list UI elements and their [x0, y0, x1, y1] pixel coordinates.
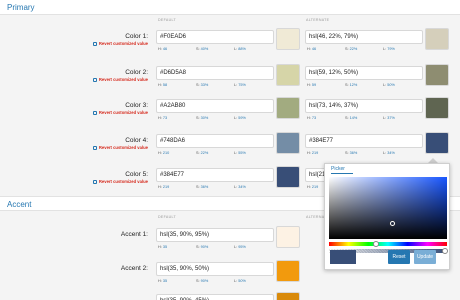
default-h: H: 58	[158, 83, 168, 87]
revert-icon	[92, 41, 97, 46]
alternate-color-input[interactable]: hsl(73, 14%, 37%)	[305, 99, 423, 113]
default-color-input[interactable]: #748DA6	[156, 134, 274, 148]
revert-link[interactable]: Revert customized value	[92, 41, 148, 46]
default-color-swatch[interactable]	[276, 64, 300, 86]
revert-link[interactable]: Revert customized value	[92, 110, 148, 115]
alternate-s: S: 22%	[345, 47, 358, 51]
row-label: Color 5:	[125, 171, 148, 178]
default-color-swatch[interactable]	[276, 132, 300, 154]
default-h: H: 73	[158, 116, 168, 120]
row-label: Color 3:	[125, 102, 148, 109]
default-column-header: DEFAULT	[158, 18, 177, 22]
default-h: H: 35	[158, 279, 168, 283]
default-color-swatch[interactable]	[276, 166, 300, 188]
default-l: L: 34%	[234, 185, 246, 189]
alternate-color-input[interactable]: hsl(46, 22%, 79%)	[305, 30, 423, 44]
alternate-s: S: 36%	[345, 151, 358, 155]
default-color-input[interactable]: #F0EAD6	[156, 30, 274, 44]
default-column-header: DEFAULT	[158, 215, 177, 219]
saturation-value-field[interactable]	[329, 177, 447, 239]
default-color-swatch[interactable]	[276, 292, 300, 300]
default-s: S: 90%	[196, 245, 209, 249]
section-header-primary: Primary	[0, 0, 460, 15]
hue-slider[interactable]	[329, 242, 447, 246]
revert-icon	[92, 110, 97, 115]
alternate-h: H: 46	[307, 47, 317, 51]
default-s: S: 22%	[196, 151, 209, 155]
alternate-color-swatch[interactable]	[425, 97, 449, 119]
alternate-color-swatch[interactable]	[425, 28, 449, 50]
hue-handle[interactable]	[373, 241, 379, 247]
alternate-color-input[interactable]: hsl(59, 12%, 50%)	[305, 66, 423, 80]
update-button[interactable]: Update	[414, 250, 436, 264]
default-h: H: 219	[158, 185, 170, 189]
alternate-color-input[interactable]: #384E77	[305, 134, 423, 148]
alternate-column-header: ALTERNATE	[306, 18, 330, 22]
default-s: S: 30%	[196, 116, 209, 120]
tab-picker[interactable]: Picker	[331, 166, 353, 174]
alternate-l: L: 79%	[383, 47, 395, 51]
default-color-input[interactable]: hsl(35, 90%, 50%)	[156, 262, 274, 276]
revert-icon	[92, 145, 97, 150]
revert-link[interactable]: Revert customized value	[92, 145, 148, 150]
default-h: H: 35	[158, 245, 168, 249]
reset-button[interactable]: Reset	[388, 250, 410, 264]
default-l: L: 59%	[234, 116, 246, 120]
alternate-s: S: 14%	[345, 116, 358, 120]
default-l: L: 75%	[234, 83, 246, 87]
alternate-color-swatch[interactable]	[425, 132, 449, 154]
row-label: Accent 2:	[120, 265, 148, 272]
alternate-h: H: 219	[307, 151, 319, 155]
sv-handle[interactable]	[390, 221, 395, 226]
row-label: Color 1:	[125, 33, 148, 40]
revert-icon	[92, 179, 97, 184]
default-color-input[interactable]: hsl(35, 90%, 95%)	[156, 228, 274, 242]
default-color-input[interactable]: #D6D5A8	[156, 66, 274, 80]
default-s: S: 36%	[196, 185, 209, 189]
row-label: Color 2:	[125, 69, 148, 76]
default-l: L: 95%	[234, 245, 246, 249]
default-color-swatch[interactable]	[276, 28, 300, 50]
section-title: Primary	[7, 3, 35, 12]
default-color-swatch[interactable]	[276, 226, 300, 248]
alpha-handle[interactable]	[442, 248, 448, 254]
picker-preview-swatch	[330, 250, 356, 264]
default-h: H: 46	[158, 47, 168, 51]
alternate-s: S: 12%	[345, 83, 358, 87]
default-color-swatch[interactable]	[276, 260, 300, 282]
default-s: S: 90%	[196, 279, 209, 283]
alternate-h: H: 73	[307, 116, 317, 120]
default-l: L: 50%	[234, 279, 246, 283]
default-color-input[interactable]: #384E77	[156, 168, 274, 182]
revert-link[interactable]: Revert customized value	[92, 77, 148, 82]
default-l: L: 55%	[234, 151, 246, 155]
alternate-l: L: 37%	[383, 116, 395, 120]
revert-icon	[92, 77, 97, 82]
default-color-input[interactable]: #A2AB80	[156, 99, 274, 113]
row-label: Accent 1:	[120, 231, 148, 238]
alternate-l: L: 34%	[383, 151, 395, 155]
alternate-h: H: 59	[307, 83, 317, 87]
alternate-l: L: 50%	[383, 83, 395, 87]
default-s: S: 40%	[196, 47, 209, 51]
default-h: H: 210	[158, 151, 170, 155]
section-title: Accent	[7, 200, 32, 209]
alternate-color-swatch[interactable]	[425, 64, 449, 86]
default-color-swatch[interactable]	[276, 97, 300, 119]
default-s: S: 33%	[196, 83, 209, 87]
revert-link[interactable]: Revert customized value	[92, 179, 148, 184]
default-l: L: 88%	[234, 47, 246, 51]
default-color-input[interactable]: hsl(35, 90%, 45%)	[156, 294, 274, 300]
alternate-h: H: 219	[307, 185, 319, 189]
row-label: Color 4:	[125, 137, 148, 144]
